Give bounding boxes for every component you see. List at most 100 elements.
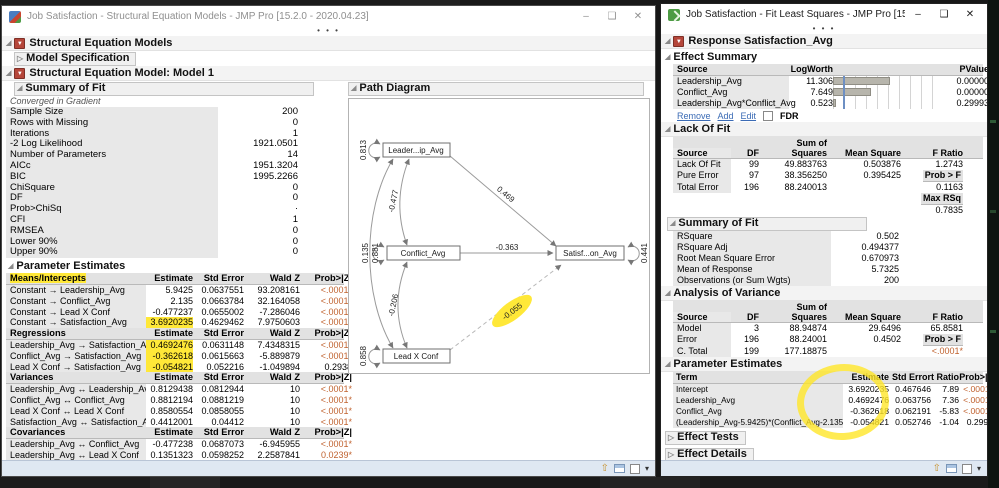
table-row: Lack Of Fit9949.8837630.5038761.2743: [673, 159, 983, 170]
outline-response[interactable]: ◢ ▼ Response Satisfaction_Avg: [661, 34, 987, 49]
status-dropdown-icon[interactable]: ▾: [977, 464, 981, 473]
outline-model-1[interactable]: ◢ ▼ Structural Equation Model: Model 1: [2, 66, 655, 81]
reg-edge-lead-sat: [450, 156, 556, 246]
node-conflict[interactable]: Conflict_Avg: [387, 246, 460, 260]
edit-link[interactable]: Edit: [741, 111, 757, 121]
variances-table: Leadership_Avg ↔ Leadership_Avg 0.812943…: [6, 384, 344, 427]
edge-label: 0.858: [359, 345, 368, 366]
table-row: Root Mean Square Error 0.670973: [673, 253, 983, 264]
cov-edge-conf-inter: [398, 262, 407, 348]
outline-open-icon[interactable]: ◢: [351, 84, 356, 92]
outline-effect-details[interactable]: ▷Effect Details: [665, 447, 983, 460]
scroll-to-top-icon[interactable]: ⇧: [933, 464, 941, 474]
edge-label: 0.441: [640, 242, 649, 263]
outline-open-icon[interactable]: ◢: [8, 262, 13, 270]
outline-lack-of-fit[interactable]: ◢ Lack Of Fit: [661, 122, 987, 137]
edge-label: -0.477: [387, 189, 401, 214]
outline-effect-summary[interactable]: ◢ Effect Summary: [665, 49, 983, 64]
outline-open-icon[interactable]: ◢: [6, 69, 11, 77]
table-row: Model388.9487429.649665.8581: [673, 323, 983, 334]
data-table-icon[interactable]: [946, 464, 957, 473]
outline-effect-tests[interactable]: ▷Effect Tests: [665, 430, 983, 445]
scroll-to-top-icon[interactable]: ⇧: [601, 464, 609, 474]
outline-open-icon[interactable]: ◢: [670, 219, 675, 227]
title-bar[interactable]: Job Satisfaction - Structural Equation M…: [2, 6, 655, 27]
outline-parameter-estimates[interactable]: ◢ Parameter Estimates: [6, 258, 344, 273]
means-intercepts-header: Means/Intercepts Estimate Std Error Wald…: [6, 273, 344, 285]
red-triangle-menu-icon[interactable]: ▼: [673, 36, 684, 47]
table-row: Leadership_Avg ↔ Lead X Conf 0.1351323 0…: [6, 450, 344, 460]
table-row: (Leadership_Avg-5.9425)*(Conflict_Avg-2.…: [673, 417, 983, 428]
regressions-header: Regressions Estimate Std Error Wald Z Pr…: [6, 328, 344, 340]
variance-loop-lead: [369, 143, 380, 158]
outline-model-specification[interactable]: ▷Model Specification: [6, 51, 651, 66]
table-row: RMSEA 0: [6, 226, 344, 237]
status-bar: ⇧ ▾: [2, 460, 655, 476]
outline-parameter-estimates[interactable]: ◢ Parameter Estimates: [661, 357, 987, 372]
data-table-icon[interactable]: [614, 464, 625, 473]
background-fleck: [990, 330, 996, 333]
svg-text:Leader...ip_Avg: Leader...ip_Avg: [388, 146, 443, 155]
report-content: ◢ ▼ Response Satisfaction_Avg ◢ Effect S…: [661, 34, 987, 460]
title-bar[interactable]: Job Satisfaction - Fit Least Squares - J…: [661, 4, 987, 25]
minimize-icon[interactable]: –: [905, 5, 931, 25]
fdr-checkbox[interactable]: [763, 111, 773, 121]
outline-path-diagram[interactable]: ◢Path Diagram: [348, 81, 651, 96]
outline-closed-icon[interactable]: ▷: [668, 450, 674, 459]
table-row: Constant → Conflict_Avg 2.135 0.0663784 …: [6, 296, 344, 307]
effect-summary-header: Source LogWorth PValue: [673, 64, 983, 76]
outline-open-icon[interactable]: ◢: [665, 289, 670, 297]
outline-summary-of-fit[interactable]: ◢Summary of Fit: [6, 81, 344, 96]
menu-gripper[interactable]: • • •: [2, 27, 655, 36]
table-row: Intercept 3.6920235 0.467646 7.89 <.0001…: [673, 384, 983, 395]
close-icon[interactable]: ✕: [625, 7, 651, 27]
background-taskbar-strip: [0, 477, 999, 488]
node-satisfaction[interactable]: Satisf...on_Avg: [556, 246, 624, 260]
table-row: Mean of Response 5.7325: [673, 264, 983, 275]
outline-summary-of-fit[interactable]: ◢Summary of Fit: [665, 216, 983, 231]
status-dropdown-icon[interactable]: ▾: [645, 464, 649, 473]
status-checkbox[interactable]: [630, 464, 640, 474]
add-link[interactable]: Add: [718, 111, 734, 121]
edge-label: 0.881: [371, 242, 380, 263]
lack-of-fit-header: Source DF Sum of Squares Mean Square F R…: [673, 137, 983, 159]
fdr-label: FDR: [780, 111, 799, 121]
outline-analysis-of-variance[interactable]: ◢ Analysis of Variance: [661, 286, 987, 301]
background-fleck: [990, 120, 996, 123]
table-row: Leadership_Avg → Satisfaction_Avg 0.4692…: [6, 340, 344, 351]
outline-closed-icon[interactable]: ▷: [17, 54, 23, 63]
variances-header: Variances Estimate Std Error Wald Z Prob…: [6, 372, 344, 384]
node-interaction[interactable]: Lead X Conf: [383, 349, 450, 363]
outline-open-icon[interactable]: ◢: [17, 84, 22, 92]
menu-gripper[interactable]: • • •: [661, 25, 987, 34]
table-row: Leadership_Avg 0.4692476 0.063756 7.36 <…: [673, 395, 983, 406]
window-title: Job Satisfaction - Fit Least Squares - J…: [686, 9, 905, 20]
maximize-icon[interactable]: ❑: [599, 7, 625, 27]
red-triangle-menu-icon[interactable]: ▼: [14, 68, 25, 79]
outline-open-icon[interactable]: ◢: [665, 37, 670, 45]
outline-open-icon[interactable]: ◢: [665, 360, 670, 368]
outline-closed-icon[interactable]: ▷: [668, 433, 674, 442]
remove-link[interactable]: Remove: [677, 111, 711, 121]
edge-label: 0.469: [495, 184, 517, 204]
outline-open-icon[interactable]: ◢: [6, 39, 11, 47]
parameter-estimates-table: Intercept 3.6920235 0.467646 7.89 <.0001…: [673, 384, 983, 428]
background-fleck: [990, 210, 996, 213]
close-icon[interactable]: ✕: [957, 5, 983, 25]
status-bar: ⇧ ▾: [661, 460, 987, 476]
outline-open-icon[interactable]: ◢: [665, 53, 670, 61]
red-triangle-menu-icon[interactable]: ▼: [14, 38, 25, 49]
status-checkbox[interactable]: [962, 464, 972, 474]
covariances-table: Leadership_Avg ↔ Conflict_Avg -0.477238 …: [6, 439, 344, 460]
jmp-app-icon: [9, 11, 21, 23]
edge-label: 0.135: [361, 242, 370, 263]
logworth-reference-line: [843, 76, 845, 87]
cov-edge-lead-conf: [400, 159, 409, 245]
node-leadership[interactable]: Leader...ip_Avg: [383, 143, 450, 157]
minimize-icon[interactable]: –: [573, 7, 599, 27]
window-structural-equation-models: Job Satisfaction - Structural Equation M…: [1, 5, 656, 477]
logworth-bar: [833, 77, 890, 85]
maximize-icon[interactable]: ❑: [931, 5, 957, 25]
outline-structural-equation-models[interactable]: ◢ ▼ Structural Equation Models: [2, 36, 655, 51]
outline-open-icon[interactable]: ◢: [665, 125, 670, 133]
